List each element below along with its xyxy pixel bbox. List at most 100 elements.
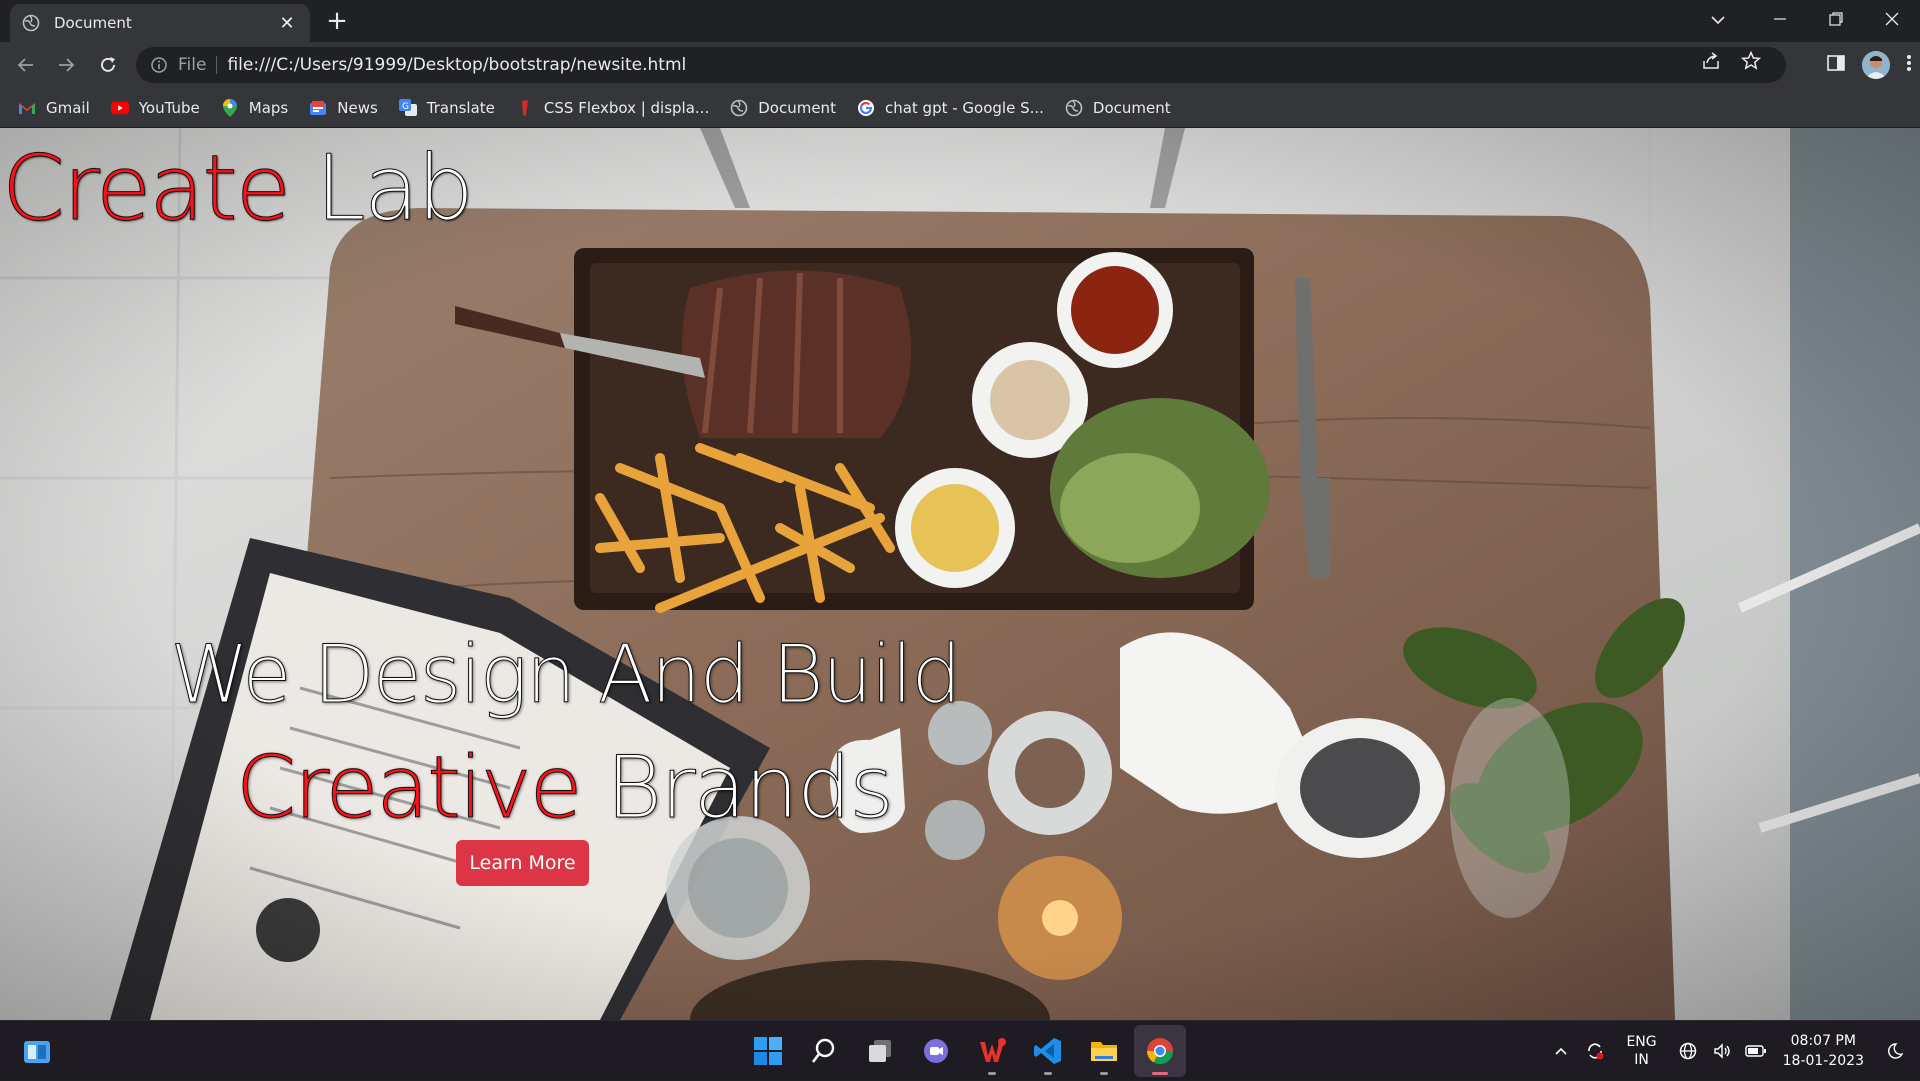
bookmark-news[interactable]: News [309, 93, 378, 123]
side-panel-icon[interactable] [1826, 53, 1846, 77]
widgets-icon[interactable] [22, 1037, 52, 1067]
close-tab-icon[interactable]: ✕ [276, 13, 298, 34]
hero-heading-line-1: We Design And Build [170, 628, 963, 722]
taskbar-clock[interactable]: 08:07 PM 18-01-2023 [1783, 1031, 1864, 1071]
bookmark-css-flexbox[interactable]: CSS Flexbox | displa... [516, 93, 709, 123]
volume-icon[interactable] [1711, 1040, 1733, 1062]
restore-icon[interactable] [1808, 0, 1864, 38]
bookmark-maps[interactable]: Maps [221, 93, 288, 123]
running-indicator [1100, 1072, 1108, 1075]
bookmark-label: News [337, 98, 378, 117]
address-scheme: File [178, 56, 218, 74]
omnibox-actions [1700, 50, 1762, 72]
bookmark-label: Gmail [46, 98, 90, 117]
vscode-button[interactable] [1022, 1025, 1074, 1077]
system-tray: ENG IN 08:07 PM 18-01-2023 [1544, 1021, 1920, 1081]
running-indicator [988, 1072, 996, 1075]
bookmark-label: chat gpt - Google S... [884, 98, 1044, 117]
bookmarks-bar: Gmail YouTube Maps News G Translate CSS … [0, 88, 1920, 128]
chrome-icon [1146, 1038, 1174, 1065]
window-controls [1752, 0, 1920, 38]
taskbar-apps [742, 1025, 1186, 1077]
bookmark-document-2[interactable]: Document [1065, 93, 1171, 123]
wps-office-button[interactable] [966, 1025, 1018, 1077]
menu-dots-icon[interactable] [1906, 53, 1912, 77]
taskbar-search-button[interactable] [798, 1025, 850, 1077]
browser-toolbar: File file:///C:/Users/91999/Desktop/boot… [0, 42, 1920, 88]
youtube-icon [110, 99, 129, 117]
bookmark-gmail[interactable]: Gmail [18, 93, 90, 123]
bookmark-youtube[interactable]: YouTube [110, 93, 200, 123]
news-icon [309, 99, 327, 117]
forward-arrow-icon[interactable] [52, 51, 80, 79]
toolbar-right [1826, 51, 1912, 79]
start-icon [754, 1037, 782, 1065]
task-view-button[interactable] [854, 1025, 906, 1077]
brand-rest-text: Lab [289, 136, 474, 242]
running-indicator [1044, 1072, 1052, 1075]
start-button[interactable] [742, 1025, 794, 1077]
bookmark-document-1[interactable]: Document [730, 93, 836, 123]
hero-accent-text: Creative [236, 738, 584, 839]
teams-chat-button[interactable] [910, 1025, 962, 1077]
language-region: IN [1634, 1052, 1649, 1068]
back-arrow-icon[interactable] [12, 51, 40, 79]
focus-moon-icon[interactable] [1884, 1040, 1906, 1062]
globe-icon [22, 14, 40, 32]
bookmark-translate[interactable]: G Translate [398, 93, 495, 123]
clock-date: 18-01-2023 [1782, 1053, 1864, 1069]
bookmark-label: Document [1092, 98, 1171, 117]
language-indicator[interactable]: ENG IN [1626, 1033, 1656, 1069]
page-viewport: Create Lab We Design And Build Creative … [0, 128, 1920, 1020]
address-url[interactable]: file:///C:/Users/91999/Desktop/bootstrap… [227, 55, 686, 75]
maps-icon [221, 98, 239, 117]
translate-icon: G [398, 98, 417, 117]
vscode-icon [1034, 1038, 1061, 1064]
svg-text:G: G [402, 102, 409, 112]
minimize-icon[interactable] [1752, 0, 1808, 38]
bookmark-label: Document [758, 98, 836, 117]
brand-accent-text: Create [1, 136, 291, 242]
site-info-icon[interactable] [150, 56, 168, 74]
hero-rest-text: Brands [580, 738, 894, 839]
tab-strip: Document ✕ + [0, 0, 1920, 42]
chevron-up-icon[interactable] [1550, 1040, 1572, 1062]
active-indicator [1152, 1072, 1168, 1075]
file-explorer-icon [1091, 1042, 1117, 1061]
wps-office-icon [980, 1038, 1006, 1062]
hero-heading-line-2: Creative Brands [236, 738, 895, 839]
hero-background-photo [0, 128, 1920, 1020]
brand-logo[interactable]: Create Lab [1, 136, 474, 242]
bookmark-label: CSS Flexbox | displa... [543, 98, 710, 117]
windows-taskbar: ENG IN 08:07 PM 18-01-2023 [0, 1020, 1920, 1080]
task-view-icon [869, 1040, 891, 1062]
search-icon [811, 1038, 835, 1063]
close-window-icon[interactable] [1864, 0, 1920, 38]
network-globe-icon[interactable] [1677, 1040, 1699, 1062]
profile-avatar[interactable] [1862, 51, 1890, 79]
bookmark-chat-gpt-search[interactable]: chat gpt - Google S... [857, 93, 1044, 123]
chrome-button[interactable] [1134, 1025, 1186, 1077]
new-tab-icon[interactable]: + [323, 8, 351, 36]
tab-title: Document [54, 14, 132, 32]
learn-more-button[interactable]: Learn More [456, 840, 589, 886]
file-explorer-button[interactable] [1078, 1025, 1130, 1077]
tab-document[interactable]: Document ✕ [10, 4, 310, 42]
css-tricks-icon [516, 99, 534, 117]
globe-icon [1065, 99, 1083, 117]
tab-search-chevron-icon[interactable] [1706, 8, 1730, 32]
sync-icon[interactable] [1584, 1040, 1606, 1062]
bookmark-label: YouTube [138, 98, 200, 117]
gmail-icon [18, 99, 36, 117]
bookmark-star-icon[interactable] [1740, 50, 1762, 72]
google-icon [857, 99, 875, 117]
address-bar[interactable]: File file:///C:/Users/91999/Desktop/boot… [136, 47, 1786, 83]
language-code: ENG [1626, 1034, 1657, 1050]
bookmark-label: Maps [248, 98, 289, 117]
bookmark-label: Translate [426, 98, 495, 117]
battery-icon[interactable] [1744, 1040, 1767, 1062]
clock-time: 08:07 PM [1790, 1033, 1856, 1049]
globe-icon [730, 99, 748, 117]
share-icon[interactable] [1700, 50, 1722, 72]
reload-icon[interactable] [94, 51, 122, 79]
